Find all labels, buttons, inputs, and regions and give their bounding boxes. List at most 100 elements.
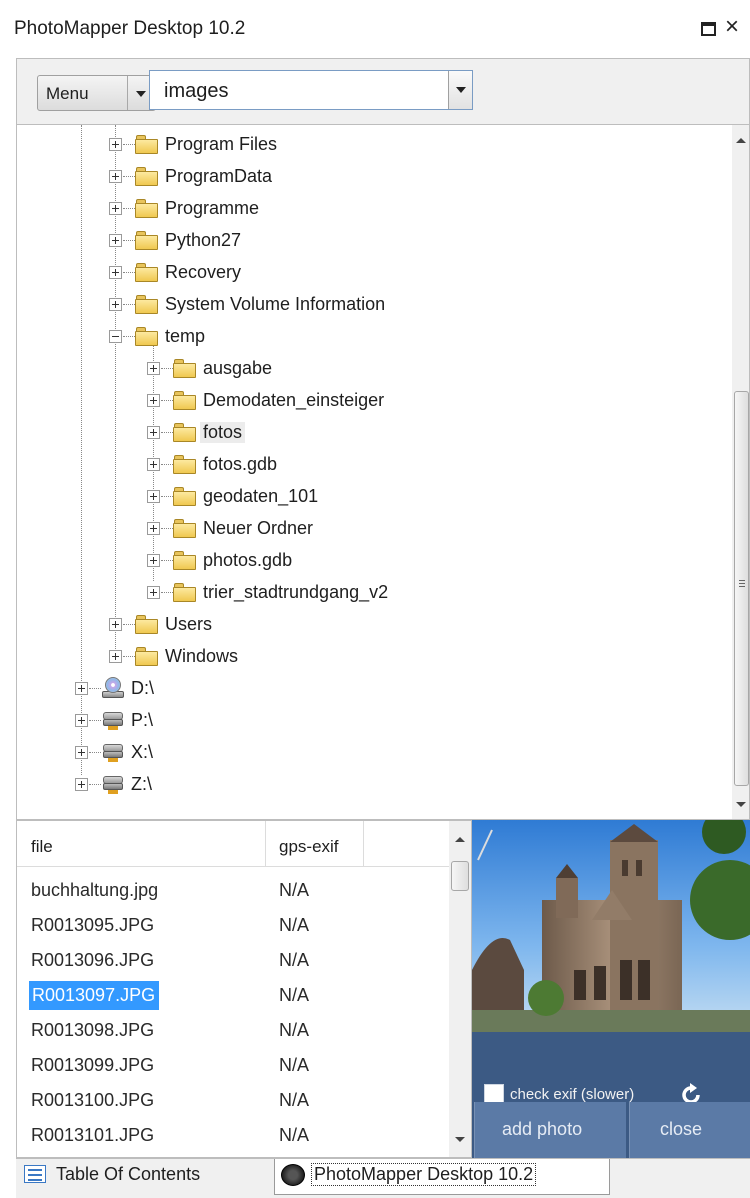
file-name-cell[interactable]: R0013099.JPG <box>31 1055 154 1076</box>
tree-connector <box>123 240 135 241</box>
tree-node-label[interactable]: D:\ <box>131 678 154 699</box>
arrow-down-icon <box>736 802 746 807</box>
tree-connector <box>161 400 173 401</box>
folder-path-value: images <box>164 80 229 102</box>
tree-node-label[interactable]: System Volume Information <box>165 294 385 315</box>
tree-node-label[interactable]: P:\ <box>131 710 153 731</box>
expand-icon[interactable] <box>147 522 160 535</box>
table-row[interactable]: R0013097.JPG N/A <box>17 978 449 1013</box>
table-row[interactable]: R0013099.JPG N/A <box>17 1048 449 1083</box>
expand-icon[interactable] <box>147 458 160 471</box>
add-photo-button-label: add photo <box>502 1119 583 1139</box>
file-name-cell[interactable]: R0013096.JPG <box>31 950 154 971</box>
tree-connector <box>161 592 173 593</box>
tree-node-label[interactable]: Neuer Ordner <box>203 518 313 539</box>
tab-table-of-contents[interactable]: Table Of Contents <box>16 1159 272 1195</box>
expand-icon[interactable] <box>147 362 160 375</box>
add-photo-button[interactable]: add photo <box>474 1102 626 1158</box>
tree-node-label[interactable]: temp <box>165 326 205 347</box>
check-exif-checkbox[interactable] <box>484 1084 504 1104</box>
grip-line <box>739 580 745 581</box>
expand-icon[interactable] <box>109 138 122 151</box>
tree-connector <box>161 560 173 561</box>
table-row[interactable]: R0013100.JPG N/A <box>17 1083 449 1118</box>
expand-icon[interactable] <box>75 682 88 695</box>
chevron-down-icon <box>456 87 466 93</box>
tree-node-label[interactable]: photos.gdb <box>203 550 292 571</box>
folder-icon <box>173 358 197 378</box>
photo-preview-panel: check exif (slower) add photo close <box>472 820 750 1158</box>
file-name-cell[interactable]: R0013098.JPG <box>31 1020 154 1041</box>
file-name-cell[interactable]: R0013095.JPG <box>31 915 154 936</box>
file-name-cell[interactable]: R0013100.JPG <box>31 1090 154 1111</box>
tree-node-label[interactable]: ausgabe <box>203 358 272 379</box>
table-row[interactable]: R0013101.JPG N/A <box>17 1118 449 1153</box>
tree-node-label[interactable]: ProgramData <box>165 166 272 187</box>
folder-icon <box>135 294 159 314</box>
expand-icon[interactable] <box>147 490 160 503</box>
menu-dropdown-arrow-icon[interactable] <box>136 91 146 97</box>
scroll-up-button[interactable] <box>732 131 749 149</box>
file-list-scrollbar[interactable] <box>449 821 471 1157</box>
folder-icon <box>135 326 159 346</box>
tree-node-label[interactable]: Recovery <box>165 262 241 283</box>
tree-node-label[interactable]: Demodaten_einsteiger <box>203 390 384 411</box>
column-header-file[interactable]: file <box>31 837 53 857</box>
photo-file-list[interactable]: file gps-exif buchhaltung.jpg N/A R0013095… <box>16 820 472 1158</box>
tree-node-label[interactable]: Z:\ <box>131 774 152 795</box>
tab-label: PhotoMapper Desktop 10.2 <box>311 1163 537 1186</box>
file-name-cell[interactable]: R0013101.JPG <box>31 1125 154 1146</box>
expand-icon[interactable] <box>75 746 88 759</box>
tree-node-label[interactable]: Users <box>165 614 212 635</box>
expand-icon[interactable] <box>109 234 122 247</box>
tree-node-label[interactable]: Program Files <box>165 134 277 155</box>
tab-photomapper[interactable]: PhotoMapper Desktop 10.2 <box>274 1159 610 1195</box>
folder-icon <box>135 614 159 634</box>
menu-button[interactable]: Menu <box>37 75 156 111</box>
tree-node-label[interactable]: X:\ <box>131 742 153 763</box>
tree-scroll-thumb[interactable] <box>734 391 749 786</box>
column-header-gps-exif[interactable]: gps-exif <box>279 837 339 857</box>
file-name-cell[interactable]: buchhaltung.jpg <box>31 880 158 901</box>
column-divider[interactable] <box>363 821 364 867</box>
folder-icon <box>135 198 159 218</box>
expand-icon[interactable] <box>147 394 160 407</box>
folder-icon <box>173 550 197 570</box>
expand-icon[interactable] <box>109 650 122 663</box>
expand-icon[interactable] <box>75 714 88 727</box>
file-name-cell[interactable]: R0013097.JPG <box>29 981 160 1010</box>
table-row[interactable]: R0013095.JPG N/A <box>17 908 449 943</box>
table-row[interactable]: buchhaltung.jpg N/A <box>17 873 449 908</box>
folder-path-combobox[interactable]: images <box>149 70 473 110</box>
expand-icon[interactable] <box>109 202 122 215</box>
tree-node-label[interactable]: fotos.gdb <box>203 454 277 475</box>
tree-scrollbar[interactable] <box>732 125 749 819</box>
expand-icon[interactable] <box>109 298 122 311</box>
expand-icon[interactable] <box>109 618 122 631</box>
expand-icon[interactable] <box>147 554 160 567</box>
check-exif-label[interactable]: check exif (slower) <box>510 1086 634 1103</box>
folder-path-dropdown-button[interactable] <box>448 71 472 109</box>
maximize-icon[interactable] <box>701 22 716 36</box>
tree-node-label[interactable]: geodaten_101 <box>203 486 318 507</box>
close-window-icon[interactable]: × <box>725 14 739 40</box>
scroll-down-button[interactable] <box>732 795 749 813</box>
folder-tree[interactable]: Program Files ProgramData Programme Python2… <box>16 124 750 820</box>
expand-icon[interactable] <box>147 426 160 439</box>
tree-node-label[interactable]: trier_stadtrundgang_v2 <box>203 582 388 603</box>
close-button[interactable]: close <box>629 1102 750 1158</box>
collapse-icon[interactable] <box>109 330 122 343</box>
expand-icon[interactable] <box>147 586 160 599</box>
expand-icon[interactable] <box>109 170 122 183</box>
table-row[interactable]: R0013098.JPG N/A <box>17 1013 449 1048</box>
file-list-scroll-thumb[interactable] <box>451 861 469 891</box>
tree-node-label[interactable]: Programme <box>165 198 259 219</box>
folder-icon <box>173 390 197 410</box>
tree-node-label[interactable]: fotos <box>200 422 246 443</box>
expand-icon[interactable] <box>109 266 122 279</box>
tree-node-label[interactable]: Python27 <box>165 230 241 251</box>
expand-icon[interactable] <box>75 778 88 791</box>
tree-node-label[interactable]: Windows <box>165 646 238 667</box>
table-row[interactable]: R0013096.JPG N/A <box>17 943 449 978</box>
column-divider[interactable] <box>265 821 266 867</box>
